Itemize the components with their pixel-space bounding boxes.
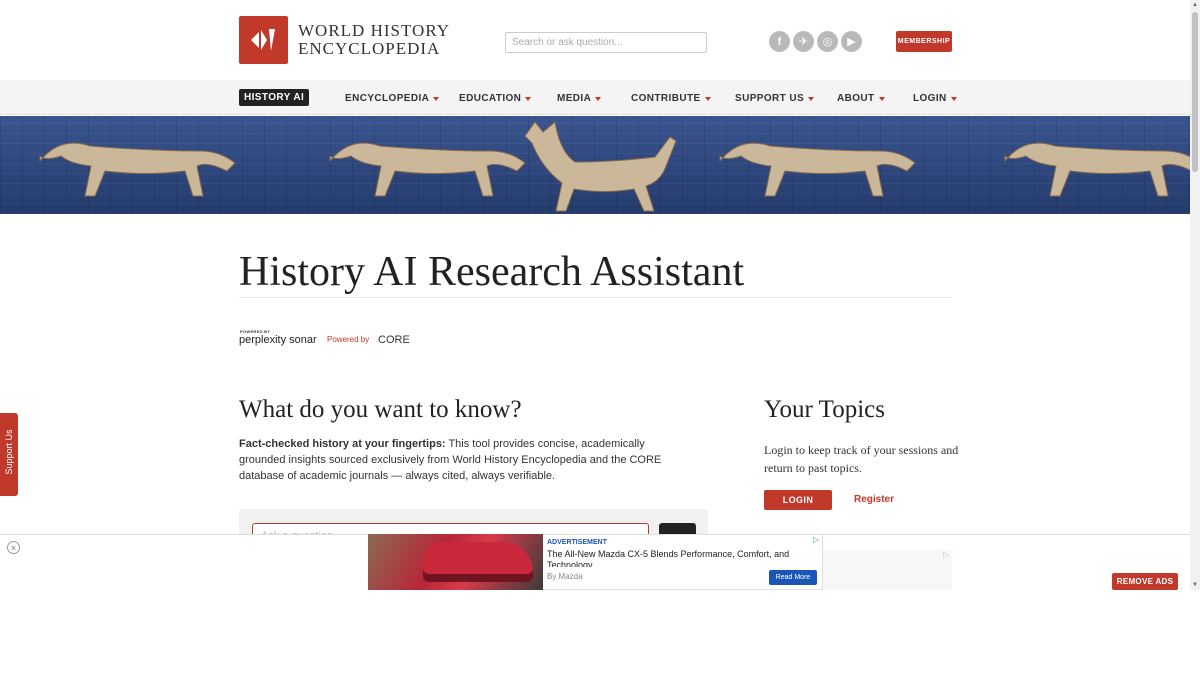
bluesky-icon[interactable]: ✈ bbox=[793, 31, 814, 52]
remove-ads-button[interactable]: REMOVE ADS bbox=[1112, 573, 1178, 590]
question-heading: What do you want to know? bbox=[239, 396, 522, 423]
car-image bbox=[423, 542, 533, 582]
nav-label: MEDIA bbox=[557, 93, 592, 104]
caret-down-icon bbox=[704, 96, 711, 101]
search-input[interactable]: Search or ask question... bbox=[505, 32, 707, 53]
hero-banner bbox=[0, 116, 1190, 214]
membership-button[interactable]: MEMBERSHIP bbox=[896, 31, 952, 52]
perplexity-logo: perplexity sonar bbox=[239, 334, 317, 346]
nav-encyclopedia[interactable]: ENCYCLOPEDIA bbox=[345, 93, 440, 104]
ad-title[interactable]: The All-New Mazda CX-5 Blends Performanc… bbox=[547, 549, 797, 567]
caret-down-icon bbox=[808, 96, 815, 101]
ad-slot-secondary bbox=[823, 550, 952, 590]
caret-down-icon bbox=[595, 96, 602, 101]
nav-support-us[interactable]: SUPPORT US bbox=[735, 93, 815, 104]
caret-down-icon bbox=[433, 96, 440, 101]
support-us-label: Support Us bbox=[4, 429, 14, 475]
scroll-down-icon[interactable]: ▼ bbox=[1192, 582, 1198, 588]
youtube-icon[interactable]: ▶ bbox=[841, 31, 862, 52]
nav-label: CONTRIBUTE bbox=[631, 93, 701, 104]
login-button[interactable]: LOGIN bbox=[764, 490, 832, 510]
scroll-up-icon[interactable]: ▲ bbox=[1192, 2, 1198, 8]
caret-down-icon bbox=[950, 96, 957, 101]
core-powered-label: Powered by bbox=[327, 335, 370, 344]
logo-text[interactable]: WORLD HISTORY ENCYCLOPEDIA bbox=[298, 22, 450, 58]
ad-read-more-button[interactable]: Read More bbox=[769, 570, 817, 585]
nav-label: ABOUT bbox=[837, 93, 875, 104]
register-link[interactable]: Register bbox=[854, 494, 894, 505]
nav-media[interactable]: MEDIA bbox=[557, 93, 602, 104]
tool-description: Fact-checked history at your fingertips:… bbox=[239, 436, 689, 484]
ishtar-gate-image bbox=[39, 121, 1190, 212]
instagram-icon[interactable]: ◎ bbox=[817, 31, 838, 52]
caret-down-icon bbox=[525, 96, 532, 101]
nav-login[interactable]: LOGIN bbox=[913, 93, 957, 104]
scrollbar-thumb[interactable] bbox=[1192, 12, 1198, 172]
ad-label: ADVERTISEMENT bbox=[547, 539, 607, 546]
nav-label: EDUCATION bbox=[459, 93, 522, 104]
logo-line-1: WORLD HISTORY bbox=[298, 21, 450, 40]
support-us-tab[interactable]: Support Us bbox=[0, 413, 18, 496]
nav-history-ai[interactable]: HISTORY AI bbox=[239, 89, 310, 106]
nav-about[interactable]: ABOUT bbox=[837, 93, 885, 104]
social-links: f ✈ ◎ ▶ bbox=[769, 31, 862, 52]
core-logo: CORE bbox=[378, 334, 410, 346]
logo-mark-icon bbox=[250, 29, 275, 51]
description-lead: Fact-checked history at your fingertips: bbox=[239, 438, 446, 450]
title-divider bbox=[239, 297, 952, 298]
nav-label: ENCYCLOPEDIA bbox=[345, 93, 430, 104]
nav-label: LOGIN bbox=[913, 93, 947, 104]
ad-sponsor: By Mazda bbox=[547, 572, 583, 581]
logo-icon[interactable] bbox=[239, 16, 288, 64]
site-header: WORLD HISTORY ENCYCLOPEDIA Search or ask… bbox=[0, 0, 1190, 80]
nav-label: SUPPORT US bbox=[735, 93, 805, 104]
topics-heading: Your Topics bbox=[764, 396, 885, 423]
close-icon[interactable]: × bbox=[7, 541, 20, 554]
page-title: History AI Research Assistant bbox=[239, 249, 745, 295]
adchoices-icon[interactable]: ▷ bbox=[943, 550, 949, 559]
logo-line-2: ENCYCLOPEDIA bbox=[298, 39, 441, 58]
nav-contribute[interactable]: CONTRIBUTE bbox=[631, 93, 711, 104]
adchoices-icon[interactable]: ▷ bbox=[813, 535, 822, 544]
facebook-icon[interactable]: f bbox=[769, 31, 790, 52]
ad-image[interactable] bbox=[368, 534, 543, 590]
caret-down-icon bbox=[878, 96, 885, 101]
topics-text: Login to keep track of your sessions and… bbox=[764, 443, 959, 475]
nav-education[interactable]: EDUCATION bbox=[459, 93, 532, 104]
